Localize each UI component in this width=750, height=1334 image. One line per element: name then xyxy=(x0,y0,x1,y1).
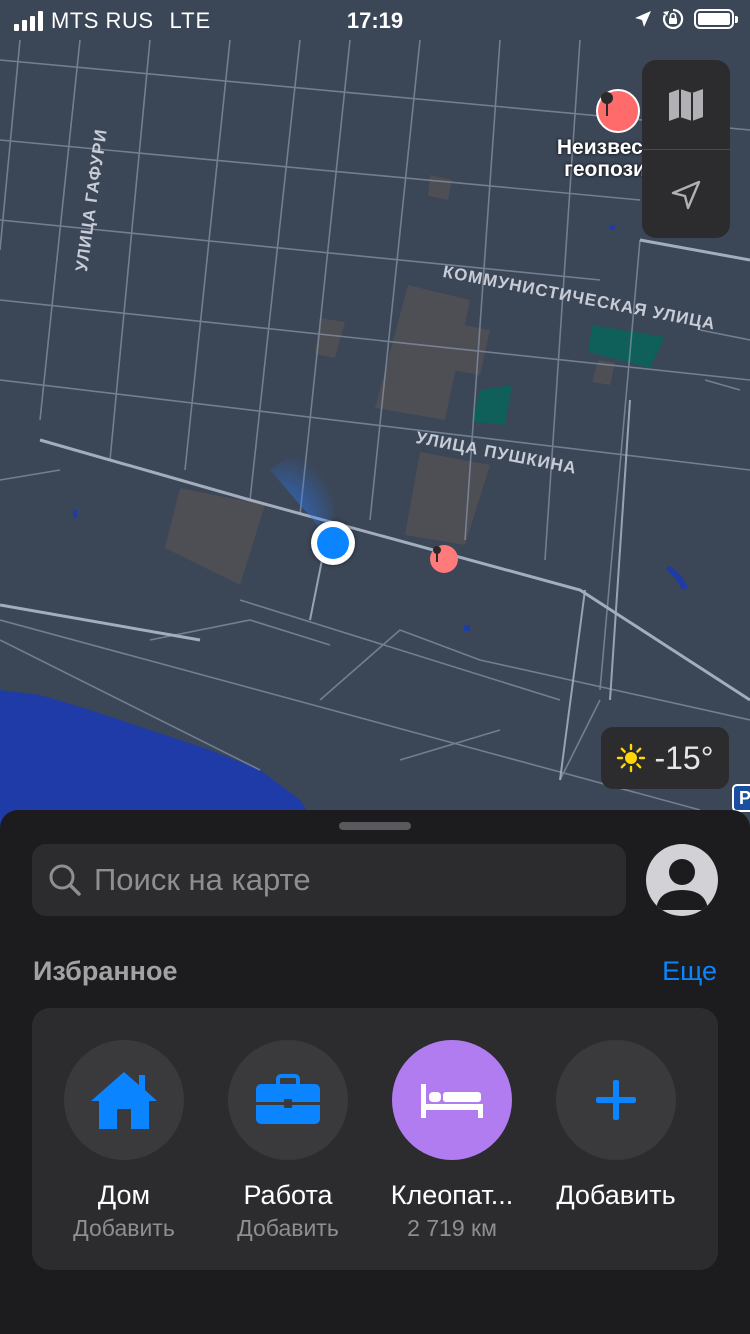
status-bar: MTS RUS LTE 17:19 xyxy=(0,0,750,40)
search-bar[interactable]: Поиск на карте xyxy=(32,844,626,916)
favorite-hotel-sub: 2 719 км xyxy=(407,1215,497,1241)
weather-temperature: -15° xyxy=(654,739,714,776)
user-location-dot[interactable] xyxy=(311,521,355,565)
pin-icon xyxy=(601,92,613,116)
map-pin-unknown-location[interactable] xyxy=(596,89,640,133)
bed-icon xyxy=(421,1084,483,1118)
briefcase-icon xyxy=(256,1074,320,1124)
sun-icon xyxy=(617,743,646,773)
map-mode-button[interactable] xyxy=(642,60,730,149)
favorite-work-sub: Добавить xyxy=(237,1215,339,1241)
favorite-add[interactable]: Добавить xyxy=(534,1040,698,1215)
house-icon xyxy=(91,1072,157,1129)
favorite-hotel-circle xyxy=(392,1040,512,1160)
map-controls xyxy=(642,60,730,238)
sheet-grabber[interactable] xyxy=(339,822,411,830)
parking-letter: P xyxy=(739,788,750,808)
weather-widget[interactable]: -15° xyxy=(601,727,729,789)
location-arrow-icon xyxy=(635,11,651,27)
current-location-button[interactable] xyxy=(642,150,730,239)
favorite-work-circle xyxy=(228,1040,348,1160)
favorite-hotel[interactable]: Клеопат... 2 719 км xyxy=(370,1040,534,1242)
map-canvas xyxy=(0,0,750,830)
location-arrow-icon xyxy=(671,180,701,209)
status-right xyxy=(634,8,738,30)
favorite-add-circle xyxy=(556,1040,676,1160)
favorite-home-sub: Добавить xyxy=(73,1215,175,1241)
plus-icon xyxy=(596,1080,636,1120)
favorite-hotel-name: Клеопат... xyxy=(390,1180,514,1210)
pin-icon xyxy=(433,546,441,562)
search-placeholder: Поиск на карте xyxy=(94,862,311,897)
favorite-home-circle xyxy=(64,1040,184,1160)
search-icon xyxy=(48,863,82,897)
battery-icon xyxy=(694,9,738,29)
map-icon xyxy=(669,88,703,121)
map-pin-small[interactable] xyxy=(430,545,458,573)
favorite-home[interactable]: Дом Добавить xyxy=(42,1040,206,1242)
avatar[interactable] xyxy=(646,844,718,916)
favorite-home-name: Дом xyxy=(97,1180,151,1210)
favorite-work-name: Работа xyxy=(243,1180,333,1210)
person-icon xyxy=(656,859,708,910)
parking-icon[interactable]: P xyxy=(732,784,750,812)
orientation-lock-icon xyxy=(662,8,684,30)
favorites-more-link[interactable]: Еще xyxy=(662,956,717,987)
favorite-add-name: Добавить xyxy=(556,1180,676,1210)
favorites-card: Дом Добавить Работа Добавить Клеопат... … xyxy=(32,1008,718,1270)
bottom-sheet: Поиск на карте Избранное Еще Дом Добавит… xyxy=(0,810,750,1334)
map-view[interactable]: УЛИЦА ГАФУРИ КОММУНИСТИЧЕСКАЯ УЛИЦА УЛИЦ… xyxy=(0,0,750,830)
favorite-work[interactable]: Работа Добавить xyxy=(206,1040,370,1242)
favorites-title: Избранное xyxy=(33,956,178,986)
